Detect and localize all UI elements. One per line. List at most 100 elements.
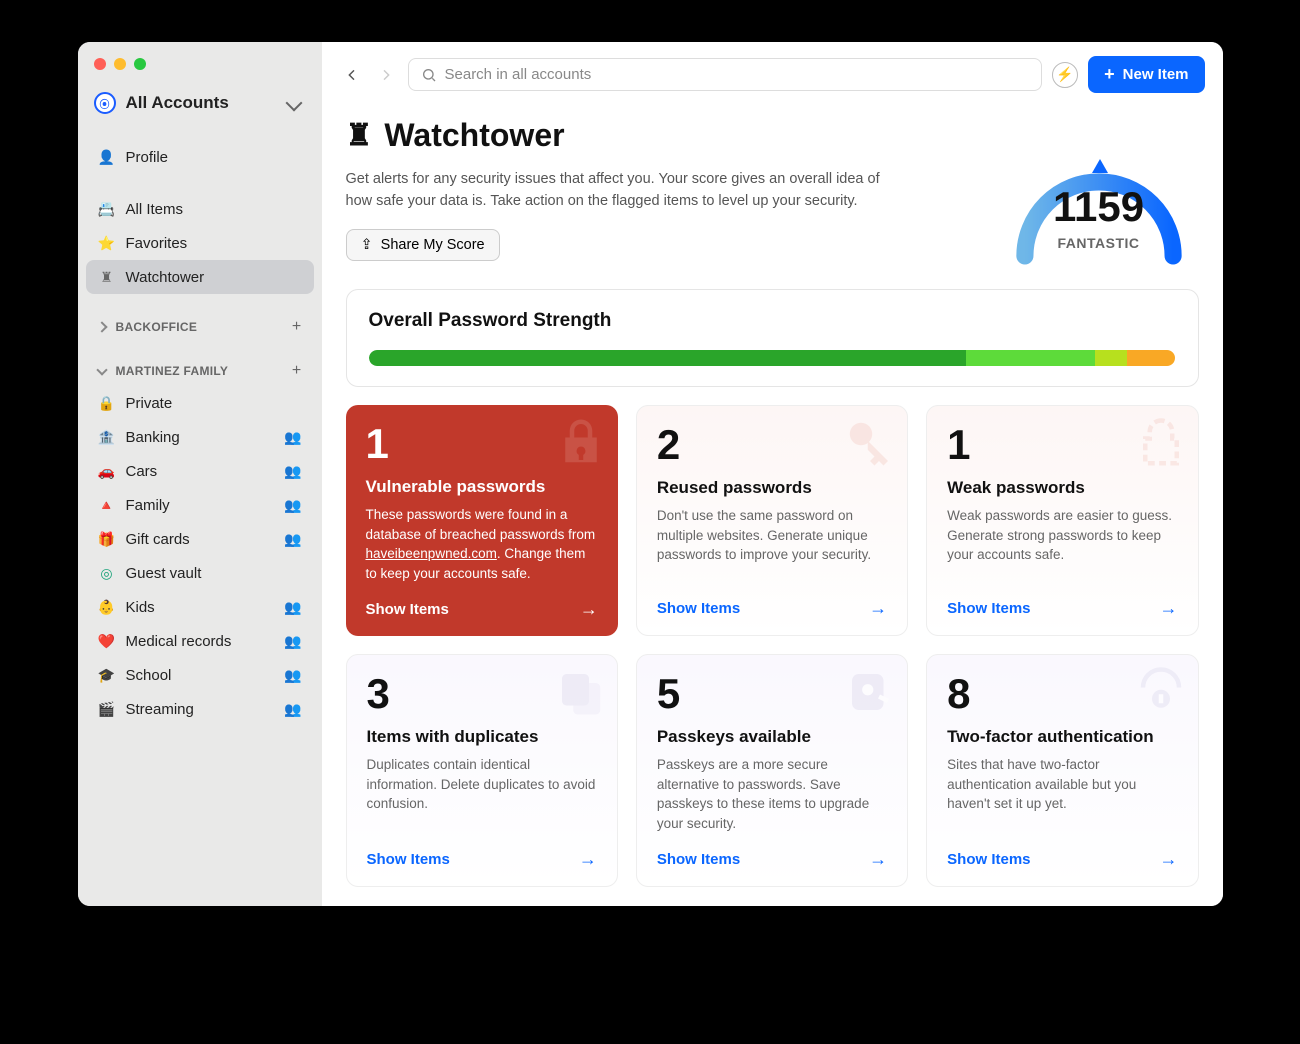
search-input[interactable]	[445, 66, 1030, 83]
app-window: ⦿ All Accounts 👤 Profile 📇 All Items⭐ Fa…	[78, 42, 1223, 906]
sidebar-item-icon: 📇	[98, 200, 116, 218]
share-score-button[interactable]: ⇪ Share My Score	[346, 229, 500, 261]
alert-title: Two-factor authentication	[947, 727, 1177, 747]
show-items-label: Show Items	[657, 600, 740, 617]
close-window-button[interactable]	[94, 58, 106, 70]
new-item-label: New Item	[1123, 66, 1189, 83]
shared-icon: 👥	[284, 497, 301, 514]
shared-icon: 👥	[284, 667, 301, 684]
add-vault-button[interactable]: +	[292, 318, 302, 336]
vault-icon: 🎁	[98, 530, 116, 548]
sidebar-group-header-martinez-family[interactable]: MARTINEZ FAMILY +	[86, 356, 314, 386]
alert-description: Duplicates contain identical information…	[367, 755, 597, 814]
external-link[interactable]: haveibeenpwned.com	[366, 546, 497, 561]
sidebar-item-profile[interactable]: 👤 Profile	[86, 140, 314, 174]
sidebar: ⦿ All Accounts 👤 Profile 📇 All Items⭐ Fa…	[78, 42, 322, 906]
main-pane: ⚡ + New Item ♜ Watchtower Get alerts for…	[322, 42, 1223, 906]
show-items-button[interactable]: Show Items	[657, 582, 887, 619]
sidebar-vault-family[interactable]: 🔺 Family 👥	[86, 488, 314, 522]
sidebar-item-label: Kids	[126, 599, 155, 616]
sidebar-item-label: Private	[126, 395, 173, 412]
add-vault-button[interactable]: +	[292, 362, 302, 380]
alert-title: Weak passwords	[947, 478, 1177, 498]
sidebar-group-label: MARTINEZ FAMILY	[116, 364, 229, 378]
show-items-button[interactable]: Show Items	[366, 583, 598, 620]
show-items-label: Show Items	[947, 851, 1030, 868]
chevron-down-icon	[285, 95, 302, 112]
show-items-label: Show Items	[367, 851, 450, 868]
gauge-needle-icon	[1092, 159, 1108, 173]
sidebar-item-label: Banking	[126, 429, 180, 446]
show-items-button[interactable]: Show Items	[947, 833, 1177, 870]
sidebar-vault-streaming[interactable]: 🎬 Streaming 👥	[86, 692, 314, 726]
show-items-label: Show Items	[947, 600, 1030, 617]
shared-icon: 👥	[284, 633, 301, 650]
alert-title: Items with duplicates	[367, 727, 597, 747]
sidebar-item-watchtower[interactable]: ♜ Watchtower	[86, 260, 314, 294]
sidebar-vault-kids[interactable]: 👶 Kids 👥	[86, 590, 314, 624]
show-items-button[interactable]: Show Items	[657, 833, 887, 870]
shared-icon: 👥	[284, 531, 301, 548]
page-title: Watchtower	[384, 117, 564, 154]
vault-icon: 🎬	[98, 700, 116, 718]
show-items-button[interactable]: Show Items	[947, 582, 1177, 619]
alert-tile-weak-passwords: 1 Weak passwords Weak passwords are easi…	[926, 405, 1198, 636]
notifications-button[interactable]: ⚡	[1052, 62, 1078, 88]
show-items-button[interactable]: Show Items	[367, 833, 597, 870]
tile-bg-icon	[553, 665, 607, 719]
shared-icon: 👥	[284, 429, 301, 446]
sidebar-vault-banking[interactable]: 🏦 Banking 👥	[86, 420, 314, 454]
alert-title: Vulnerable passwords	[366, 477, 598, 497]
alert-title: Passkeys available	[657, 727, 887, 747]
sidebar-item-label: Streaming	[126, 701, 194, 718]
app-logo-icon: ⦿	[94, 92, 116, 114]
sidebar-item-label: School	[126, 667, 172, 684]
sidebar-vault-gift-cards[interactable]: 🎁 Gift cards 👥	[86, 522, 314, 556]
sidebar-vault-guest-vault[interactable]: ◎ Guest vault	[86, 556, 314, 590]
overall-strength-title: Overall Password Strength	[369, 310, 1176, 332]
sidebar-item-label: Profile	[126, 149, 169, 166]
sidebar-item-favorites[interactable]: ⭐ Favorites	[86, 226, 314, 260]
content-scroll[interactable]: ♜ Watchtower Get alerts for any security…	[322, 107, 1223, 906]
sidebar-item-all-items[interactable]: 📇 All Items	[86, 192, 314, 226]
sidebar-item-label: Cars	[126, 463, 158, 480]
show-items-label: Show Items	[657, 851, 740, 868]
sidebar-vault-private[interactable]: 🔒 Private	[86, 386, 314, 420]
bolt-icon: ⚡	[1056, 66, 1073, 83]
sidebar-top-section: 👤 Profile	[78, 140, 322, 174]
score-gauge: 1159 FANTASTIC	[999, 123, 1199, 253]
arrow-right-icon	[869, 598, 887, 619]
watchtower-header: ♜ Watchtower Get alerts for any security…	[346, 117, 1199, 261]
account-switcher[interactable]: ⦿ All Accounts	[78, 84, 322, 122]
maximize-window-button[interactable]	[134, 58, 146, 70]
sidebar-vault-medical-records[interactable]: ❤️ Medical records 👥	[86, 624, 314, 658]
alert-tile-two-factor-authentication: 8 Two-factor authentication Sites that h…	[926, 654, 1198, 887]
sidebar-vault-cars[interactable]: 🚗 Cars 👥	[86, 454, 314, 488]
search-field[interactable]	[408, 58, 1043, 91]
sidebar-item-label: Gift cards	[126, 531, 190, 548]
vault-icon: ❤️	[98, 632, 116, 650]
strength-segment	[369, 350, 966, 366]
arrow-right-icon	[1160, 849, 1178, 870]
vault-icon: 🎓	[98, 666, 116, 684]
alert-tile-reused-passwords: 2 Reused passwords Don't use the same pa…	[636, 405, 908, 636]
minimize-window-button[interactable]	[114, 58, 126, 70]
nav-forward-button[interactable]	[374, 63, 398, 87]
account-switcher-label: All Accounts	[126, 93, 278, 113]
sidebar-group-header-backoffice[interactable]: BACKOFFICE +	[86, 312, 314, 342]
profile-icon: 👤	[98, 148, 116, 166]
search-icon	[421, 67, 437, 83]
vault-icon: 🏦	[98, 428, 116, 446]
sidebar-vault-school[interactable]: 🎓 School 👥	[86, 658, 314, 692]
alert-tile-items-with-duplicates: 3 Items with duplicates Duplicates conta…	[346, 654, 618, 887]
sidebar-item-label: Guest vault	[126, 565, 202, 582]
strength-segment	[1095, 350, 1127, 366]
score-value: 1159	[1004, 183, 1194, 231]
share-score-label: Share My Score	[381, 237, 485, 253]
share-icon: ⇪	[361, 237, 373, 253]
sidebar-item-label: All Items	[126, 201, 184, 218]
nav-back-button[interactable]	[340, 63, 364, 87]
alerts-grid: 1 Vulnerable passwords These passwords w…	[346, 405, 1199, 888]
new-item-button[interactable]: + New Item	[1088, 56, 1204, 93]
alert-description: Weak passwords are easier to guess. Gene…	[947, 506, 1177, 565]
